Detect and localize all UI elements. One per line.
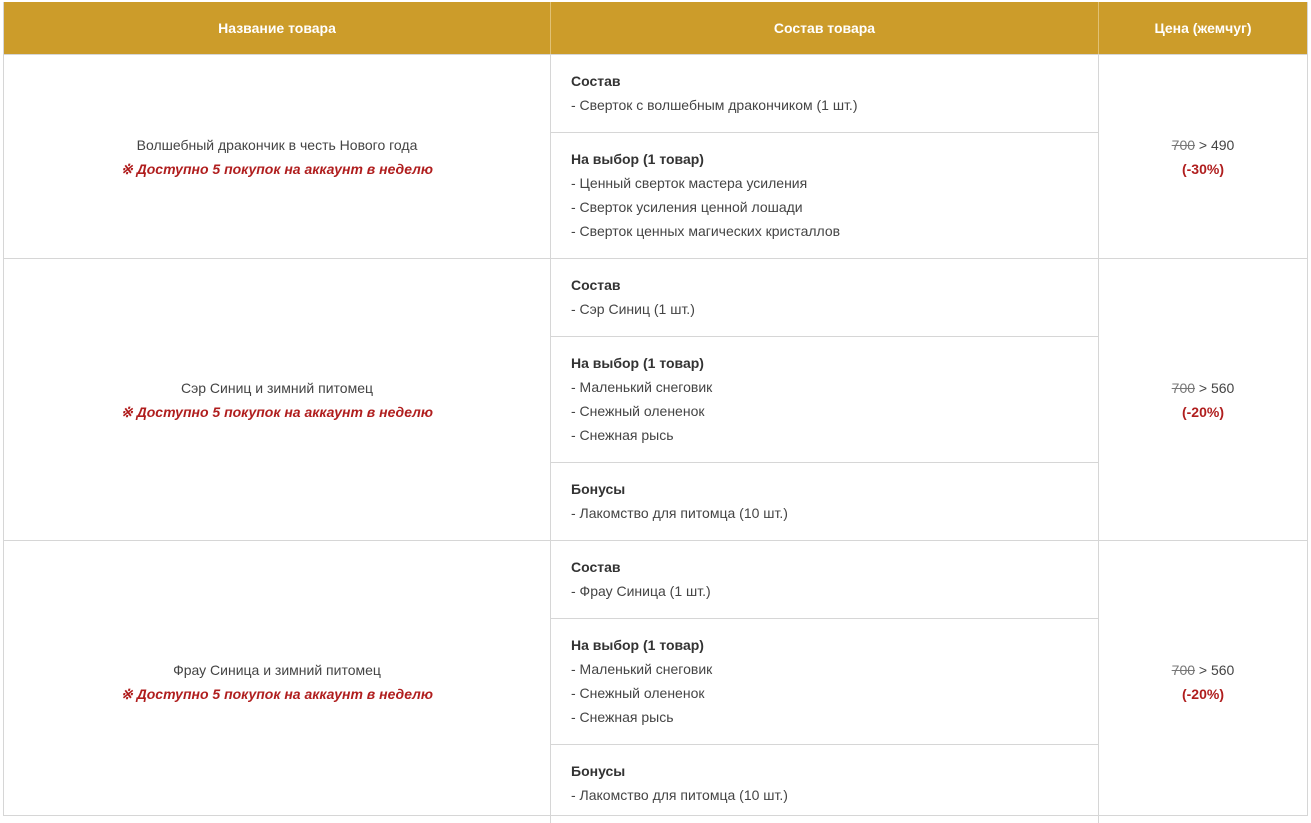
old-price: 700	[1171, 379, 1196, 396]
product-price-cell: 700 > 490 (-30%)	[1099, 55, 1307, 258]
table-row: Фрау Синица и зимний питомец ※ Доступно 5…	[4, 541, 1307, 823]
product-name: Сэр Синиц и зимний питомец	[180, 379, 374, 396]
old-price: 700	[1171, 662, 1196, 678]
purchase-limit-note: ※ Доступно 5 покупок на аккаунт в неделю	[121, 160, 433, 177]
product-name: Волшебный дракончик в честь Нового года	[136, 136, 418, 153]
product-name-cell: Фрау Синица и зимний питомец ※ Доступно 5…	[4, 541, 551, 823]
table-row: Сэр Синиц и зимний питомец ※ Доступно 5 п…	[4, 259, 1307, 541]
content-section: Состав - Сверток с волшебным дракончиком …	[551, 55, 1098, 133]
header-content: Состав товара	[551, 2, 1099, 54]
section-item: - Сверток усиления ценной лошади	[571, 199, 803, 215]
price-line: 700 > 560	[1172, 376, 1235, 400]
section-item: - Снежный олененок	[571, 403, 705, 419]
price-line: 700 > 490	[1172, 133, 1235, 157]
content-section: Состав - Сэр Синиц (1 шт.)	[551, 259, 1098, 337]
header-price: Цена (жемчуг)	[1154, 20, 1252, 36]
purchase-limit-note: ※ Доступно 5 покупок на аккаунт в неделю	[121, 403, 433, 420]
section-title: Бонусы	[571, 481, 626, 497]
product-price-cell: 700 > 560 (-20%)	[1099, 259, 1307, 540]
section-item: - Снежный олененок	[571, 685, 705, 701]
table-row: Волшебный дракончик в честь Нового года ※…	[4, 55, 1307, 259]
table-body: Волшебный дракончик в честь Нового года ※…	[4, 55, 1307, 823]
section-item: - Сверток ценных магических кристаллов	[571, 223, 841, 239]
product-table: Название товара Состав товара Цена (жемч…	[3, 2, 1308, 823]
new-price: 490	[1210, 136, 1235, 153]
section-item: - Лакомство для питомца (10 шт.)	[571, 505, 788, 521]
product-price-cell: 700 > 560 (-20%)	[1099, 541, 1307, 823]
section-title: На выбор (1 товар)	[571, 355, 704, 371]
new-price: 560	[1210, 379, 1235, 396]
price-arrow: >	[1195, 379, 1211, 396]
price-arrow: >	[1195, 662, 1211, 678]
section-item: - Снежная рысь	[571, 427, 674, 443]
new-price: 560	[1210, 662, 1235, 678]
section-item: - Лакомство для питомца (10 шт.)	[571, 787, 788, 803]
product-content-cell: Состав - Сэр Синиц (1 шт.) На выбор (1 тов…	[551, 259, 1099, 540]
content-section: Состав - Фрау Синица (1 шт.)	[551, 541, 1098, 619]
table-header: Название товара Состав товара Цена (жемч…	[4, 2, 1307, 55]
price-line: 700 > 560	[1172, 658, 1235, 682]
section-title: Бонусы	[571, 763, 626, 779]
content-section: Бонусы - Лакомство для питомца (10 шт.)	[551, 463, 1098, 540]
section-item: - Маленький снеговик	[571, 661, 713, 677]
product-name-cell: Сэр Синиц и зимний питомец ※ Доступно 5 п…	[4, 259, 551, 540]
purchase-limit-note: ※ Доступно 5 покупок на аккаунт в неделю	[121, 686, 433, 702]
section-item: - Фрау Синица (1 шт.)	[571, 583, 711, 599]
section-item: - Снежная рысь	[571, 709, 674, 725]
header-name: Название товара	[4, 2, 551, 54]
content-section: На выбор (1 товар) - Маленький снеговик - …	[551, 619, 1098, 745]
content-section: Бонусы - Лакомство для питомца (10 шт.)	[551, 745, 1098, 822]
section-item: - Сэр Синиц (1 шт.)	[571, 301, 695, 317]
product-content-cell: Состав - Фрау Синица (1 шт.) На выбор (1 т…	[551, 541, 1099, 823]
section-title: Состав	[571, 559, 621, 575]
discount-badge: (-20%)	[1181, 403, 1224, 420]
content-section: На выбор (1 товар) - Ценный сверток масте…	[551, 133, 1098, 258]
section-title: На выбор (1 товар)	[571, 151, 704, 167]
old-price: 700	[1171, 136, 1196, 153]
discount-badge: (-30%)	[1181, 160, 1224, 177]
section-title: На выбор (1 товар)	[571, 637, 704, 653]
section-item: - Сверток с волшебным дракончиком (1 шт.…	[571, 97, 858, 113]
price-arrow: >	[1195, 136, 1211, 153]
content-section: На выбор (1 товар) - Маленький снеговик - …	[551, 337, 1098, 463]
section-title: Состав	[571, 73, 621, 89]
product-name: Фрау Синица и зимний питомец	[173, 662, 381, 678]
section-item: - Ценный сверток мастера усиления	[571, 175, 808, 191]
section-title: Состав	[571, 277, 621, 293]
product-content-cell: Состав - Сверток с волшебным дракончиком …	[551, 55, 1099, 258]
discount-badge: (-20%)	[1181, 686, 1224, 702]
product-name-cell: Волшебный дракончик в честь Нового года ※…	[4, 55, 551, 258]
section-item: - Маленький снеговик	[571, 379, 713, 395]
